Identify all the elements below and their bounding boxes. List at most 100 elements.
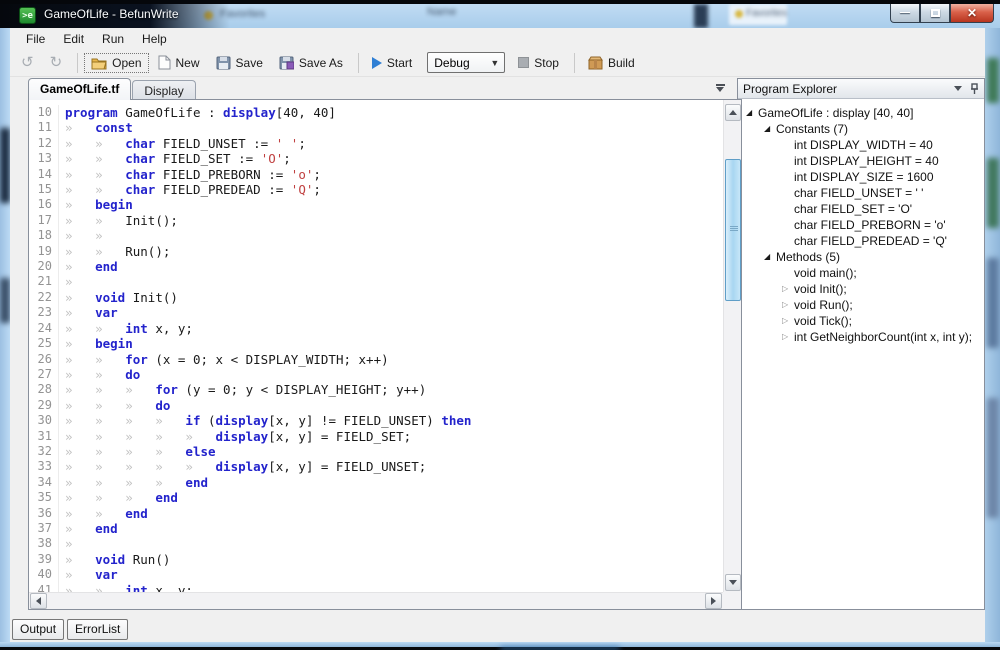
code-token: [x, y] = FIELD_UNSET;: [268, 459, 426, 474]
expanded-arrow-icon[interactable]: ◢: [764, 125, 776, 133]
scroll-left-button[interactable]: [30, 593, 47, 609]
menu-file[interactable]: File: [17, 30, 54, 48]
keyword-token: display: [216, 413, 269, 428]
keyword-token: end: [185, 475, 208, 490]
tab-guide-icon: »: [65, 274, 95, 289]
start-button[interactable]: Start: [365, 53, 419, 73]
undo-button[interactable]: ↺: [14, 52, 41, 73]
toolbar-separator: [77, 53, 78, 73]
tab-guide-icon: »: [65, 536, 95, 551]
tree-item[interactable]: char FIELD_PREBORN = 'o': [738, 217, 984, 233]
code-text-area[interactable]: 10program GameOfLife : display[40, 40]11…: [29, 100, 723, 592]
tab-guide-icon: » » »: [65, 398, 155, 413]
tree-item[interactable]: int DISPLAY_SIZE = 1600: [738, 169, 984, 185]
code-line: 23» var: [29, 305, 723, 320]
close-icon: ✕: [967, 7, 977, 19]
tree-item[interactable]: int DISPLAY_WIDTH = 40: [738, 137, 984, 153]
keyword-token: int: [125, 583, 148, 592]
expanded-arrow-icon[interactable]: ◢: [746, 109, 758, 117]
build-button[interactable]: Build: [581, 53, 642, 73]
redo-button[interactable]: ↻: [43, 52, 70, 73]
minimize-button[interactable]: —: [890, 4, 920, 23]
new-button[interactable]: New: [151, 52, 207, 73]
code-token: Run();: [125, 244, 170, 259]
tab-guide-icon: » » »: [65, 490, 155, 505]
code-token: x, y;: [148, 321, 193, 336]
tree-item[interactable]: ◢Methods (5): [738, 249, 984, 265]
collapsed-arrow-icon[interactable]: ▷: [782, 333, 794, 341]
window-top-edge: [0, 0, 1000, 4]
stop-icon: [518, 57, 529, 68]
tree-item-label: Methods (5): [776, 250, 840, 264]
build-mode-combobox[interactable]: Debug ▼: [427, 52, 505, 73]
menu-help[interactable]: Help: [133, 30, 176, 48]
tree-item[interactable]: char FIELD_SET = 'O': [738, 201, 984, 217]
tab-guide-icon: » »: [65, 583, 125, 592]
tree-item[interactable]: ▷void Run();: [738, 297, 984, 313]
code-token: FIELD_UNSET :=: [155, 136, 275, 151]
collapsed-arrow-icon[interactable]: ▷: [782, 317, 794, 325]
background-favorites-label: Favorites: [746, 8, 787, 19]
vertical-scrollbar[interactable]: [723, 100, 741, 592]
tree-item-label: int DISPLAY_SIZE = 1600: [794, 170, 934, 184]
tab-overflow-button[interactable]: [712, 81, 728, 95]
toolbar-separator: [574, 53, 575, 73]
keyword-token: do: [155, 398, 170, 413]
save-as-button[interactable]: Save As: [272, 53, 350, 73]
code-line: 30» » » » if (display[x, y] != FIELD_UNS…: [29, 413, 723, 428]
grip-icon: [730, 226, 738, 232]
code-line: 33» » » » » display[x, y] = FIELD_UNSET;: [29, 459, 723, 474]
line-number: 14: [29, 167, 59, 182]
tree-item[interactable]: ▷void Tick();: [738, 313, 984, 329]
close-button[interactable]: ✕: [950, 4, 994, 23]
line-number: 38: [29, 536, 59, 551]
tab-errorlist[interactable]: ErrorList: [67, 619, 128, 640]
tree-item[interactable]: char FIELD_PREDEAD = 'Q': [738, 233, 984, 249]
tab-guide-icon: »: [65, 567, 95, 582]
scroll-right-button[interactable]: [705, 593, 722, 609]
line-number: 31: [29, 429, 59, 444]
window-title: GameOfLife - BefunWrite: [44, 7, 179, 21]
keyword-token: else: [185, 444, 215, 459]
tree-item[interactable]: int DISPLAY_HEIGHT = 40: [738, 153, 984, 169]
document-tab-display[interactable]: Display: [132, 80, 195, 100]
vertical-scroll-thumb[interactable]: [725, 159, 741, 301]
tree-item[interactable]: void main();: [738, 265, 984, 281]
code-token: ;: [313, 182, 321, 197]
save-button[interactable]: Save: [209, 53, 270, 73]
scroll-up-button[interactable]: [725, 104, 741, 121]
menu-edit[interactable]: Edit: [54, 30, 93, 48]
keyword-token: display: [223, 105, 276, 120]
tree-item[interactable]: char FIELD_UNSET = ' ': [738, 185, 984, 201]
stop-button[interactable]: Stop: [511, 53, 566, 73]
expanded-arrow-icon[interactable]: ◢: [764, 253, 776, 261]
tree-item[interactable]: ▷void Init();: [738, 281, 984, 297]
tree-item[interactable]: ◢GameOfLife : display [40, 40]: [738, 105, 984, 121]
collapsed-arrow-icon[interactable]: ▷: [782, 285, 794, 293]
tree-item[interactable]: ◢Constants (7): [738, 121, 984, 137]
tree-item[interactable]: ▷int GetNeighborCount(int x, int y);: [738, 329, 984, 345]
pin-icon[interactable]: [970, 83, 979, 95]
tab-guide-icon: » » »: [65, 382, 155, 397]
maximize-button[interactable]: [920, 4, 950, 23]
horizontal-scrollbar[interactable]: [29, 592, 723, 609]
arrow-up-icon: [729, 110, 737, 115]
code-line: 22» void Init(): [29, 290, 723, 305]
code-line: 18» »: [29, 228, 723, 243]
document-tab-gameoflife-tf[interactable]: GameOfLife.tf: [28, 78, 131, 100]
code-line: 14» » char FIELD_PREBORN := 'o';: [29, 167, 723, 182]
new-file-icon: [158, 55, 171, 70]
code-token: FIELD_PREBORN :=: [155, 167, 290, 182]
line-number: 19: [29, 244, 59, 259]
menu-run[interactable]: Run: [93, 30, 133, 48]
tab-output[interactable]: Output: [12, 619, 64, 640]
code-token: (x = 0; x < DISPLAY_WIDTH; x++): [148, 352, 389, 367]
keyword-token: end: [95, 521, 118, 536]
collapsed-arrow-icon[interactable]: ▷: [782, 301, 794, 309]
open-button[interactable]: Open: [84, 53, 148, 73]
tab-guide-icon: »: [65, 197, 95, 212]
line-number: 32: [29, 444, 59, 459]
scroll-down-button[interactable]: [725, 574, 741, 591]
panel-menu-chevron-icon[interactable]: [954, 86, 962, 91]
tree-item-label: Constants (7): [776, 122, 848, 136]
